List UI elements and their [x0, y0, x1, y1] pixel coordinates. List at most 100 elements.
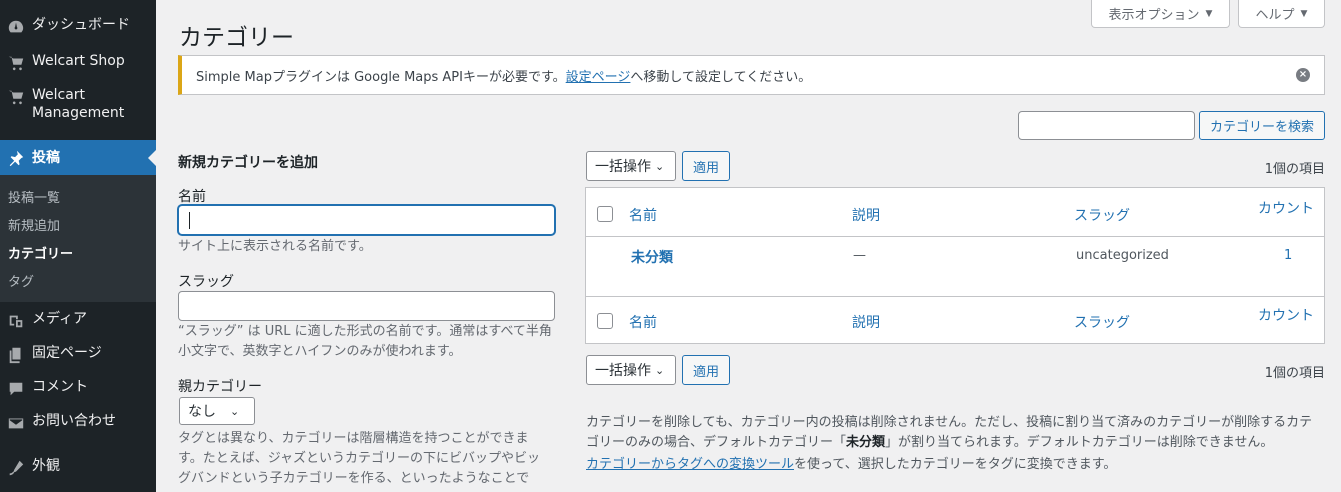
category-description: —	[853, 248, 866, 263]
column-count-sort-footer[interactable]: カウント	[1258, 305, 1314, 325]
media-icon	[0, 310, 32, 330]
chevron-down-icon: ⌄	[655, 363, 665, 377]
appearance-icon	[0, 457, 32, 477]
name-label: 名前	[178, 189, 206, 205]
pages-icon	[0, 344, 32, 364]
category-name-input[interactable]	[178, 205, 555, 235]
note-line: カテゴリーを削除しても、カテゴリー内の投稿は削除されません。ただし、投稿に割り当…	[586, 415, 1313, 430]
column-name-sort[interactable]: 名前	[629, 205, 657, 225]
help-button[interactable]: ヘルプ ▼	[1238, 0, 1325, 28]
chevron-down-icon: ⌄	[230, 404, 240, 418]
category-count-link[interactable]: 1	[1284, 248, 1292, 263]
slug-desc-line: 小文字で、英数字とハイフンのみが使われます。	[178, 344, 462, 359]
menu-comments[interactable]: コメント	[0, 378, 156, 398]
slug-desc-line: “スラッグ” は URL に適した形式の名前です。通常はすべて半角	[178, 324, 552, 339]
submenu-all-posts[interactable]: 投稿一覧	[8, 187, 60, 206]
bulk-actions-select-bottom[interactable]: 一括操作 ⌄	[586, 355, 676, 385]
caret-down-icon: ▼	[1300, 8, 1308, 19]
items-count-top: 1個の項目	[1264, 162, 1325, 177]
note-line: ゴリーのみの場合、デフォルトカテゴリー「未分類」が割り当てられます。デフォルトカ…	[586, 433, 1326, 453]
screen-options-label: 表示オプション	[1108, 8, 1200, 23]
menu-label: コメント	[32, 379, 88, 395]
select-all-checkbox-footer[interactable]	[597, 313, 613, 329]
menu-label: 投稿	[32, 149, 60, 166]
note-text: ゴリーのみの場合、デフォルトカテゴリー「	[586, 435, 847, 450]
submenu-tags[interactable]: タグ	[8, 271, 34, 290]
menu-label: お問い合わせ	[32, 413, 116, 429]
pin-icon	[0, 149, 32, 167]
close-icon[interactable]: ×	[1296, 68, 1310, 82]
note-text: を使って、選択したカテゴリーをタグに変換できます。	[794, 457, 1117, 472]
comments-icon	[0, 378, 32, 398]
converter-note: カテゴリーからタグへの変換ツールを使って、選択したカテゴリーをタグに変換できます…	[586, 455, 1326, 475]
column-description-sort[interactable]: 説明	[852, 205, 880, 225]
column-slug-sort[interactable]: スラッグ	[1074, 205, 1130, 225]
notice-settings-link[interactable]: 設定ページ	[566, 66, 631, 85]
admin-sidebar: ダッシュボード Welcart Shop Welcart Management …	[0, 0, 156, 492]
table-row: 未分類 — uncategorized 1	[586, 237, 1324, 296]
caret-down-icon: ▼	[1205, 8, 1213, 19]
parent-desc-line: す。たとえば、ジャズというカテゴリーの下にビバップやビッ	[178, 451, 541, 466]
add-category-heading: 新規カテゴリーを追加	[178, 155, 318, 171]
bulk-actions-label: 一括操作	[595, 159, 651, 175]
apply-button-bottom[interactable]: 適用	[682, 355, 730, 385]
parent-select-value: なし	[188, 404, 216, 420]
parent-desc-line: タグとは異なり、カテゴリーは階層構造を持つことができま	[178, 431, 529, 446]
menu-welcart-shop[interactable]: Welcart Shop	[0, 52, 156, 72]
menu-welcart-management[interactable]: Welcart Management	[0, 86, 130, 122]
submenu-categories[interactable]: カテゴリー	[8, 243, 73, 262]
chevron-down-icon: ⌄	[655, 159, 665, 173]
admin-notice: Simple Mapプラグインは Google Maps APIキーが必要です。…	[178, 55, 1325, 95]
slug-description: “スラッグ” は URL に適した形式の名前です。通常はすべて半角 小文字で、英…	[178, 322, 563, 362]
menu-label: ダッシュボード	[32, 17, 130, 33]
posts-submenu: 投稿一覧 新規追加 カテゴリー タグ	[0, 175, 156, 302]
column-name-sort-footer[interactable]: 名前	[629, 312, 657, 332]
menu-label: メディア	[32, 311, 88, 327]
parent-category-label: 親カテゴリー	[178, 379, 262, 395]
menu-contact[interactable]: お問い合わせ	[0, 412, 156, 432]
categories-table: 名前 説明 スラッグ カウント 未分類 — uncategorized 1 名前…	[585, 187, 1325, 344]
parent-category-select[interactable]: なし ⌄	[179, 397, 255, 425]
search-categories-button[interactable]: カテゴリーを検索	[1199, 111, 1325, 140]
table-footer-row: 名前 説明 スラッグ カウント	[586, 296, 1324, 344]
select-all-checkbox[interactable]	[597, 206, 613, 222]
parent-desc-line: グバンドという子カテゴリーを作る、といったようなことで	[178, 471, 530, 486]
help-label: ヘルプ	[1255, 8, 1295, 23]
column-count-sort[interactable]: カウント	[1258, 198, 1314, 218]
items-count-bottom: 1個の項目	[1264, 366, 1325, 381]
menu-dashboard[interactable]: ダッシュボード	[0, 16, 156, 36]
menu-label: Welcart Management	[32, 87, 125, 121]
parent-description: タグとは異なり、カテゴリーは階層構造を持つことができま す。たとえば、ジャズとい…	[178, 429, 563, 489]
menu-pages[interactable]: 固定ページ	[0, 344, 156, 364]
category-search-input[interactable]	[1018, 111, 1195, 140]
default-category-name: 未分類	[846, 435, 886, 450]
menu-appearance[interactable]: 外観	[0, 457, 156, 477]
dashboard-icon	[0, 16, 32, 36]
cart-icon	[0, 86, 32, 106]
table-header-row: 名前 説明 スラッグ カウント	[586, 188, 1324, 237]
category-slug-input[interactable]	[178, 291, 555, 321]
page-title: カテゴリー	[179, 25, 294, 51]
column-slug-sort-footer[interactable]: スラッグ	[1074, 312, 1130, 332]
bulk-actions-select-top[interactable]: 一括操作 ⌄	[586, 151, 676, 181]
mail-icon	[0, 412, 32, 432]
column-description-sort-footer[interactable]: 説明	[852, 312, 880, 332]
apply-button-top[interactable]: 適用	[682, 151, 730, 181]
menu-posts[interactable]: 投稿	[0, 140, 156, 175]
text-caret	[189, 212, 190, 229]
menu-label: Welcart Shop	[32, 53, 125, 69]
category-tag-converter-link[interactable]: カテゴリーからタグへの変換ツール	[586, 457, 794, 472]
category-slug: uncategorized	[1076, 248, 1169, 263]
menu-label: 外観	[32, 458, 60, 474]
cart-icon	[0, 52, 32, 72]
menu-media[interactable]: メディア	[0, 310, 156, 330]
slug-label: スラッグ	[178, 274, 234, 290]
notice-text: へ移動して設定してください。	[630, 69, 812, 85]
menu-label: 固定ページ	[32, 345, 102, 361]
delete-note: カテゴリーを削除しても、カテゴリー内の投稿は削除されません。ただし、投稿に割り当…	[586, 413, 1326, 453]
screen-options-button[interactable]: 表示オプション ▼	[1091, 0, 1230, 28]
bulk-actions-label: 一括操作	[595, 363, 651, 379]
notice-text: Simple Mapプラグインは Google Maps APIキーが必要です。	[196, 69, 566, 85]
category-name-link[interactable]: 未分類	[631, 247, 673, 267]
submenu-add-new[interactable]: 新規追加	[8, 215, 60, 234]
